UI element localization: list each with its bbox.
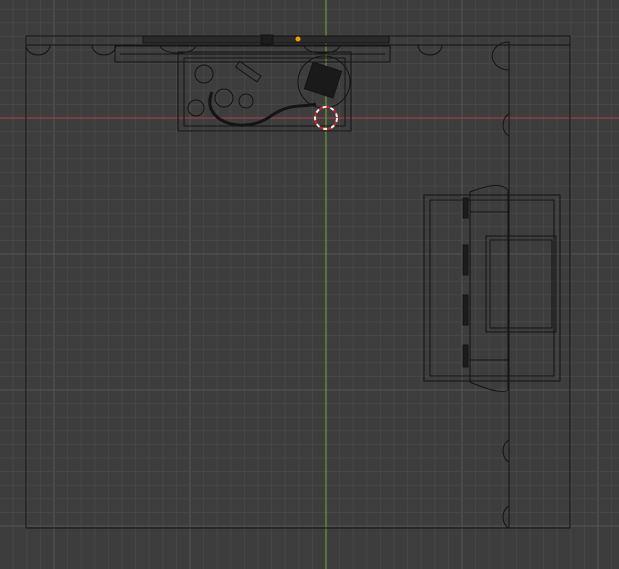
viewport-canvas[interactable] <box>0 0 619 569</box>
room-floor[interactable] <box>25 35 571 529</box>
object-origin <box>295 36 301 42</box>
wall-lamps[interactable] <box>25 41 510 529</box>
desk-cable <box>208 91 317 127</box>
bed[interactable] <box>423 185 561 392</box>
3d-viewport[interactable] <box>0 0 619 569</box>
